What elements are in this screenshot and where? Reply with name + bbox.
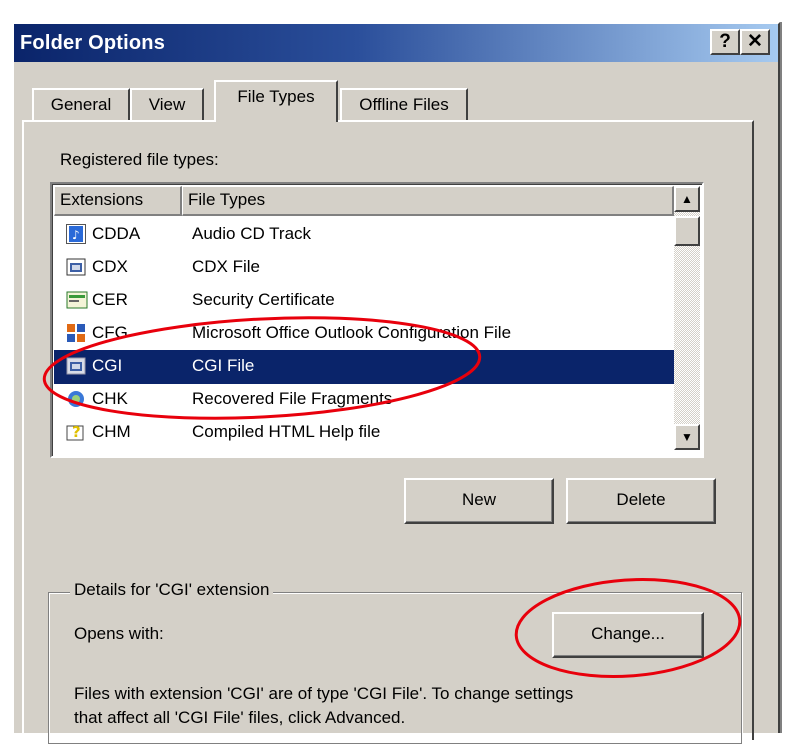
close-button[interactable]: ✕ [740,29,770,55]
extension-cell: CDX [92,257,128,276]
list-item[interactable]: ? CHM Compiled HTML Help file [54,416,686,450]
svg-text:♪: ♪ [72,228,80,242]
new-button[interactable]: New [404,478,554,524]
extension-cell: CFG [92,323,128,342]
generic-file-icon [66,257,86,277]
extension-cell: CHM [92,422,131,441]
list-item[interactable]: CHK Recovered File Fragments [54,383,686,417]
scroll-up-arrow-icon[interactable]: ▲ [674,186,700,212]
svg-text:?: ? [72,423,81,441]
list-item[interactable]: CER Security Certificate [54,284,686,318]
recovered-fragment-icon [66,389,86,409]
file-type-cell: Audio CD Track [192,224,312,243]
list-item[interactable]: ♪ CDDA Audio CD Track [54,218,686,252]
certificate-icon [66,290,88,310]
opens-with-label: Opens with: [74,624,164,643]
extension-cell: CER [92,290,128,309]
file-type-cell: Microsoft Office Outlook Configuration F… [192,323,512,342]
column-header-extensions[interactable]: Extensions [54,186,182,216]
file-type-cell: CGI File [192,356,255,375]
tab-file-types[interactable]: File Types [214,80,338,122]
details-group-title: Details for 'CGI' extension [70,580,274,600]
outlook-config-icon [66,323,86,343]
delete-button[interactable]: Delete [566,478,716,524]
extension-cell: CHK [92,389,128,408]
extension-cell: CGI [92,356,123,375]
help-button[interactable]: ? [710,29,740,55]
tab-general[interactable]: General [32,88,130,120]
details-description-line-2: that affect all 'CGI File' files, click … [74,708,406,727]
audio-cd-icon: ♪ [66,224,86,244]
tab-view[interactable]: View [130,88,204,120]
title-bar: Folder Options ? ✕ [14,24,778,62]
file-type-cell: CDX File [192,257,261,276]
file-type-cell: Security Certificate [192,290,335,309]
registered-file-types-list[interactable]: Extensions File Types ♪ CDDA Audio CD Tr… [50,182,704,458]
scroll-down-arrow-icon[interactable]: ▼ [674,424,700,450]
list-item-selected[interactable]: CGI CGI File [54,350,686,384]
scrollbar-thumb[interactable] [674,216,700,246]
registered-file-types-label: Registered file types: [60,150,219,169]
column-header-file-types[interactable]: File Types [182,186,674,216]
help-file-icon: ? [66,422,86,442]
list-item[interactable]: CDX CDX File [54,251,686,285]
change-button[interactable]: Change... [552,612,704,658]
details-description-line-1: Files with extension 'CGI' are of type '… [74,684,574,703]
file-type-cell: Compiled HTML Help file [192,422,381,441]
window-title: Folder Options [20,32,166,54]
tab-offline-files[interactable]: Offline Files [340,88,468,120]
generic-file-icon [66,356,86,376]
file-type-cell: Recovered File Fragments [192,389,393,408]
list-item[interactable]: CFG Microsoft Office Outlook Configurati… [54,317,686,351]
vertical-scrollbar[interactable]: ▲ ▼ [674,186,700,450]
extension-cell: CDDA [92,224,141,243]
